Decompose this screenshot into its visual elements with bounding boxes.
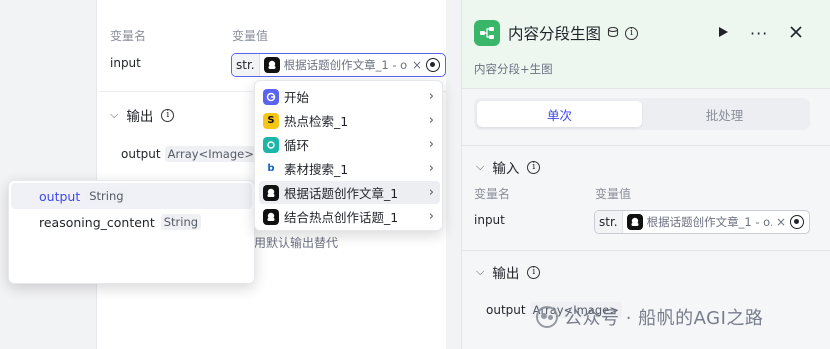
output-section-title: 输出 <box>126 109 154 125</box>
info-icon[interactable]: i <box>527 265 541 279</box>
more-icon[interactable]: ··· <box>750 24 768 43</box>
divider <box>462 88 830 89</box>
input-var-name: input <box>110 56 141 70</box>
reference-value: 根据话题创作文章_1 - o. <box>646 215 772 229</box>
reference-value: 根据话题创作文章_1 - o. <box>283 58 408 72</box>
menu-item-loop[interactable]: 循环 › <box>259 133 440 156</box>
chevron-right-icon: › <box>428 209 434 224</box>
target-icon[interactable] <box>790 215 804 229</box>
chevron-down-icon[interactable]: ⌵ <box>476 265 484 279</box>
llm-node-icon <box>263 208 279 225</box>
chevron-right-icon: › <box>428 185 434 200</box>
start-node-icon <box>263 88 279 105</box>
input-reference-field[interactable]: str. 根据话题创作文章_1 - o. × <box>594 210 810 234</box>
type-prefix[interactable]: str. <box>595 211 623 233</box>
menu-item-hot-search[interactable]: S 热点检索_1 › <box>259 109 440 132</box>
var-value-header: 变量值 <box>595 187 632 201</box>
popup-item-type: String <box>160 214 202 230</box>
output-var-name: output <box>121 147 161 161</box>
menu-item-label: 热点检索_1 <box>284 114 349 129</box>
info-icon[interactable]: i <box>625 26 639 40</box>
reference-chip[interactable]: 根据话题创作文章_1 - o. <box>260 57 408 73</box>
output-type-tag: Array<Image> <box>164 146 257 162</box>
default-output-hint: 用默认输出替代 <box>254 236 339 250</box>
popup-item-name: output <box>39 188 81 204</box>
menu-item-material-search[interactable]: b 素材搜索_1 › <box>259 157 440 180</box>
llm-node-icon <box>263 57 280 73</box>
clear-reference-button[interactable]: × <box>776 215 786 229</box>
panel-title: 内容分段生图 <box>508 25 602 43</box>
chevron-right-icon: › <box>428 137 434 152</box>
popup-item-reasoning-content[interactable]: reasoning_content String <box>11 209 252 235</box>
run-mode-toggle: 单次 批处理 <box>474 98 810 130</box>
output-section-header[interactable]: ⌵ 输出 i <box>476 262 541 282</box>
chevron-right-icon: › <box>428 113 434 128</box>
input-var-name: input <box>474 213 505 227</box>
close-icon[interactable] <box>789 25 803 42</box>
loop-node-icon <box>263 136 279 153</box>
wechat-logo-icon <box>536 306 558 328</box>
chevron-down-icon[interactable]: ⌵ <box>110 108 118 122</box>
var-value-header: 变量值 <box>232 29 269 43</box>
popup-item-output[interactable]: output String <box>11 183 252 209</box>
tab-batch[interactable]: 批处理 <box>642 101 807 127</box>
var-name-header: 变量名 <box>110 29 147 43</box>
info-icon[interactable]: i <box>527 160 541 174</box>
input-section-title: 输入 <box>492 161 520 177</box>
output-section-header[interactable]: ⌵ 输出 i <box>110 105 175 125</box>
panel-title-row: 内容分段生图 i <box>508 22 639 44</box>
watermark-text: 公众号 · 船帆的AGI之路 <box>564 308 764 329</box>
menu-item-start[interactable]: 开始 › <box>259 85 440 108</box>
info-icon[interactable]: i <box>161 108 175 122</box>
menu-item-label: 素材搜索_1 <box>284 162 349 177</box>
type-prefix[interactable]: str. <box>232 54 260 76</box>
output-variable-popup: output String reasoning_content String <box>8 180 255 284</box>
chevron-right-icon: › <box>428 89 434 104</box>
popup-item-type: String <box>86 188 127 204</box>
material-search-icon: b <box>263 160 279 177</box>
divider <box>462 145 830 146</box>
output-var-name: output <box>486 303 526 317</box>
menu-item-write-article[interactable]: 根据话题创作文章_1 › <box>259 181 440 204</box>
run-icon[interactable] <box>716 25 730 42</box>
input-reference-field[interactable]: str. 根据话题创作文章_1 - o. × <box>231 53 446 77</box>
llm-node-icon <box>626 214 643 230</box>
reference-chip[interactable]: 根据话题创作文章_1 - o. <box>623 214 772 230</box>
clear-reference-button[interactable]: × <box>412 58 422 72</box>
menu-item-label: 根据话题创作文章_1 <box>284 186 399 201</box>
llm-node-icon <box>263 184 279 201</box>
chevron-down-icon[interactable]: ⌵ <box>476 160 484 174</box>
database-icon <box>607 26 619 41</box>
node-select-menu: 开始 › S 热点检索_1 › 循环 › b 素材搜索_1 › 根据话题创作文章… <box>254 80 443 231</box>
panel-subtitle: 内容分段+生图 <box>474 62 553 76</box>
split-node-icon <box>474 20 500 46</box>
menu-item-label: 循环 <box>284 138 310 153</box>
watermark: 公众号 · 船帆的AGI之路 <box>536 304 763 330</box>
menu-item-hot-topic[interactable]: 结合热点创作话题_1 › <box>259 205 440 228</box>
chevron-right-icon: › <box>428 161 434 176</box>
menu-item-label: 结合热点创作话题_1 <box>284 210 399 225</box>
var-name-header: 变量名 <box>474 187 511 201</box>
divider <box>462 250 830 251</box>
hot-search-plugin-icon: S <box>263 112 279 129</box>
input-section-header[interactable]: ⌵ 输入 i <box>476 157 541 177</box>
menu-item-label: 开始 <box>284 90 310 105</box>
target-icon[interactable] <box>426 58 440 72</box>
output-row: output Array<Image> <box>121 146 257 162</box>
tab-single[interactable]: 单次 <box>477 101 642 127</box>
output-section-title: 输出 <box>492 266 520 282</box>
popup-item-name: reasoning_content <box>39 214 155 230</box>
